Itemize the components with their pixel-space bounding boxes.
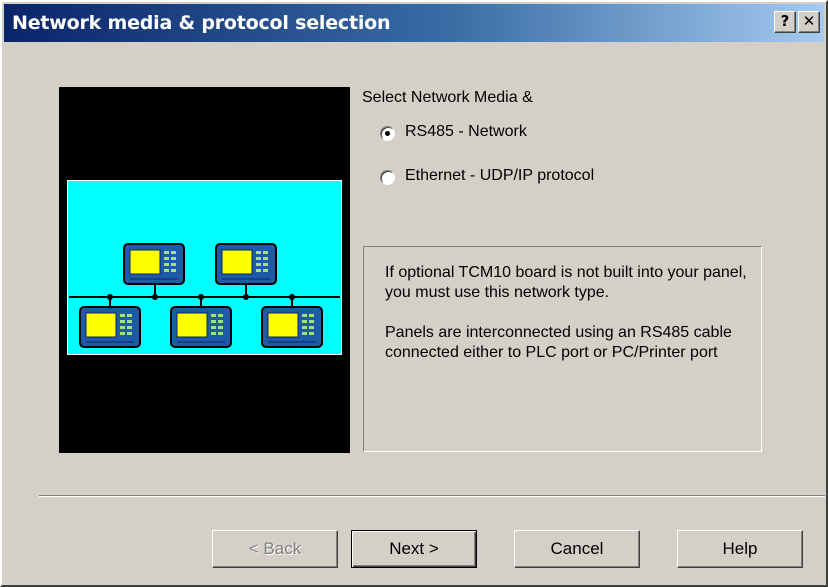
separator-line [39, 495, 825, 497]
radio-button[interactable] [380, 170, 395, 185]
radio-button[interactable] [380, 126, 395, 141]
help-icon[interactable]: ? [774, 11, 796, 33]
back-button[interactable]: < Back [212, 530, 338, 568]
help-button[interactable]: Help [677, 530, 803, 568]
info-paragraph: If optional TCM10 board is not built int… [385, 264, 747, 301]
panel-icon [215, 243, 277, 285]
window-title: Network media & protocol selection [12, 12, 391, 34]
next-button[interactable]: Next > [351, 530, 477, 568]
rs485-network-diagram-icon [67, 180, 342, 355]
panel-icon [79, 306, 141, 348]
title-bar[interactable]: Network media & protocol selection ? ✕ [4, 4, 824, 42]
panel-icon [261, 306, 323, 348]
radio-label-rs485[interactable]: RS485 - Network [405, 123, 527, 141]
panel-icon [123, 243, 185, 285]
radio-label-ethernet[interactable]: Ethernet - UDP/IP protocol [405, 167, 594, 185]
radio-selected-dot [385, 131, 390, 136]
cancel-button[interactable]: Cancel [514, 530, 640, 568]
close-icon[interactable]: ✕ [798, 11, 820, 33]
info-text-box: If optional TCM10 board is not built int… [363, 246, 762, 452]
panel-icon [170, 306, 232, 348]
selection-heading: Select Network Media & [362, 89, 533, 106]
network-illustration [59, 87, 350, 453]
dialog-window: Network media & protocol selection ? ✕ S… [0, 0, 828, 587]
info-paragraph: Panels are interconnected using an RS485… [385, 324, 732, 361]
